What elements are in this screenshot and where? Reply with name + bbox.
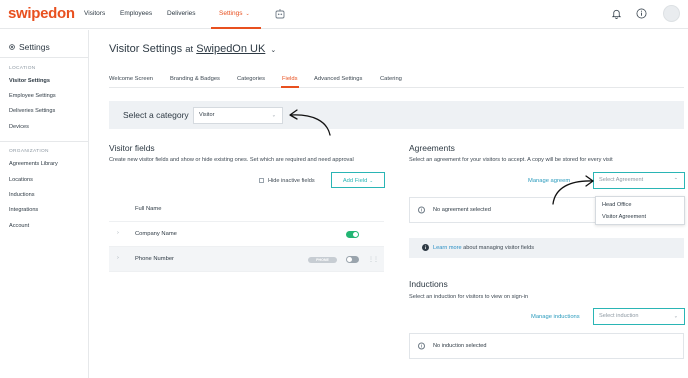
info-icon: i xyxy=(422,244,429,251)
chevron-down-icon: ⌄ xyxy=(369,178,374,183)
tab-active-indicator xyxy=(281,86,299,88)
nav-visitors[interactable]: Visitors xyxy=(84,10,105,17)
info-icon: i xyxy=(418,342,425,350)
info-icon: i xyxy=(418,206,425,214)
visitor-fields-description: Create new visitor fields and show or hi… xyxy=(109,157,354,163)
field-active-toggle[interactable] xyxy=(346,256,359,263)
dropdown-option-head-office[interactable]: Head Office xyxy=(602,202,631,208)
annotation-arrow xyxy=(289,109,331,136)
sidebar-title: Settings xyxy=(8,42,50,52)
sidebar-item-integrations[interactable]: Integrations xyxy=(9,207,38,213)
tabs-divider xyxy=(109,87,684,88)
field-active-toggle[interactable] xyxy=(346,231,359,238)
chevron-down-icon: ⌄ xyxy=(271,112,276,118)
sidebar-title-label: Settings xyxy=(19,42,50,52)
info-banner: i Learn more about managing visitor fiel… xyxy=(409,238,684,258)
chevron-right-icon[interactable]: › xyxy=(117,255,119,261)
gear-icon xyxy=(9,44,15,50)
sidebar-item-inductions[interactable]: Inductions xyxy=(9,192,35,198)
page-title-at: at xyxy=(185,44,194,55)
field-type-badge: PHONE xyxy=(308,257,337,263)
page-title: Visitor Settings at SwipedOn UK ⌄ xyxy=(109,43,276,55)
top-navigation: swipedon Visitors Employees Deliveries S… xyxy=(0,0,688,29)
chevron-down-icon[interactable]: ⌄ xyxy=(270,47,276,54)
agreement-select-placeholder: Select Agreement xyxy=(599,177,644,183)
sidebar-item-locations[interactable]: Locations xyxy=(9,177,33,183)
info-icon[interactable] xyxy=(636,8,647,19)
chevron-right-icon[interactable]: › xyxy=(117,230,119,236)
inductions-description: Select an induction for visitors to view… xyxy=(409,294,529,300)
sidebar-item-account[interactable]: Account xyxy=(9,223,29,229)
no-agreement-text: No agreement selected xyxy=(433,207,491,213)
table-row: › Phone Number PHONE ⋮⋮ xyxy=(109,247,384,272)
add-field-button[interactable]: Add Field ⌄ xyxy=(331,172,385,188)
no-induction-text: No induction selected xyxy=(433,343,487,349)
settings-sidebar: Settings LOCATION Visitor Settings Emplo… xyxy=(0,30,89,378)
avatar[interactable] xyxy=(663,5,680,22)
location-switcher[interactable]: SwipedOn UK xyxy=(196,43,265,55)
annotation-arrow xyxy=(552,175,594,205)
chevron-down-icon: ⌄ xyxy=(245,11,250,17)
nav-settings-label: Settings xyxy=(219,10,243,17)
learn-more-link[interactable]: Learn more xyxy=(433,245,462,251)
add-field-label: Add Field xyxy=(342,178,368,184)
tab-branding-badges[interactable]: Branding & Badges xyxy=(170,76,220,82)
hide-inactive-label: Hide inactive fields xyxy=(268,178,315,184)
chevron-up-icon: ⌃ xyxy=(673,177,678,183)
nav-deliveries[interactable]: Deliveries xyxy=(167,10,196,17)
visitor-fields-title: Visitor fields xyxy=(109,143,155,153)
page-title-prefix: Visitor Settings xyxy=(109,43,183,55)
agreement-dropdown: Head Office Visitor Agreement xyxy=(595,196,685,225)
sidebar-item-agreements-library[interactable]: Agreements Library xyxy=(9,161,58,167)
sidebar-item-employee-settings[interactable]: Employee Settings xyxy=(9,93,56,99)
sidebar-item-deliveries-settings[interactable]: Deliveries Settings xyxy=(9,108,55,114)
sidebar-section-organization: ORGANIZATION xyxy=(9,149,49,154)
sidebar-divider xyxy=(0,141,89,142)
agreements-description: Select an agreement for your visitors to… xyxy=(409,157,613,163)
inductions-title: Inductions xyxy=(409,279,448,289)
tab-fields[interactable]: Fields xyxy=(282,76,297,82)
sidebar-item-visitor-settings[interactable]: Visitor Settings xyxy=(9,78,50,84)
hide-inactive-checkbox[interactable] xyxy=(259,178,264,183)
manage-inductions-link[interactable]: Manage inductions xyxy=(531,314,580,320)
robot-icon[interactable] xyxy=(274,8,286,20)
induction-select-placeholder: Select induction xyxy=(599,313,639,319)
sidebar-section-location: LOCATION xyxy=(9,66,36,71)
info-banner-suffix: about managing visitor fields xyxy=(463,245,535,251)
nav-employees[interactable]: Employees xyxy=(120,10,152,17)
dropdown-option-visitor-agreement[interactable]: Visitor Agreement xyxy=(602,214,646,220)
field-name: Full Name xyxy=(135,206,162,212)
bell-icon[interactable] xyxy=(611,8,622,19)
tab-advanced-settings[interactable]: Advanced Settings xyxy=(314,76,362,82)
category-select-value: Visitor xyxy=(199,112,215,118)
table-row: Full Name xyxy=(109,197,384,222)
category-select[interactable]: Visitor ⌄ xyxy=(193,107,283,124)
agreements-title: Agreements xyxy=(409,143,455,153)
induction-select[interactable]: Select induction ⌄ xyxy=(593,308,685,325)
sidebar-divider xyxy=(0,57,89,58)
field-name: Company Name xyxy=(135,231,177,237)
nav-settings[interactable]: Settings ⌄ xyxy=(219,10,250,17)
table-row: › Company Name xyxy=(109,222,384,247)
drag-handle-icon[interactable]: ⋮⋮ xyxy=(368,256,379,263)
chevron-down-icon: ⌄ xyxy=(673,313,678,319)
agreement-select[interactable]: Select Agreement ⌃ xyxy=(593,172,685,189)
tab-catering[interactable]: Catering xyxy=(380,76,402,82)
category-label: Select a category xyxy=(123,110,189,120)
induction-card: i No induction selected xyxy=(409,333,684,359)
swipedon-logo[interactable]: swipedon xyxy=(8,5,75,22)
info-banner-text: Learn more about managing visitor fields xyxy=(433,245,534,251)
sidebar-item-devices[interactable]: Devices xyxy=(9,124,29,130)
field-name: Phone Number xyxy=(135,256,174,262)
nav-active-indicator xyxy=(211,27,261,29)
tab-welcome-screen[interactable]: Welcome Screen xyxy=(109,76,153,82)
tab-categories[interactable]: Categories xyxy=(237,76,265,82)
